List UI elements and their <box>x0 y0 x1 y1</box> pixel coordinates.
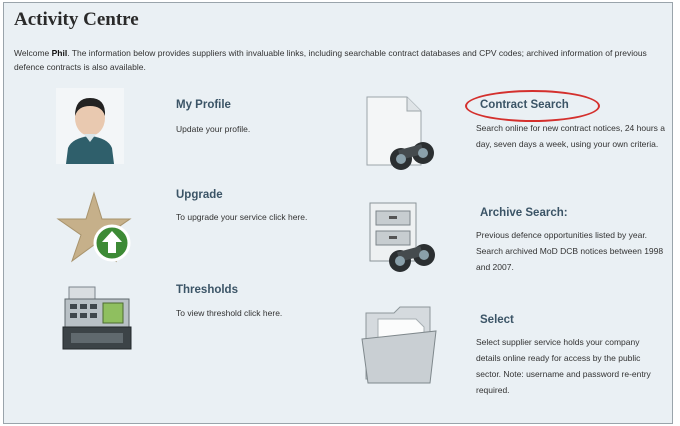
user-name: Phil <box>51 48 68 58</box>
intro-prefix: Welcome <box>14 48 52 58</box>
my-profile-desc: Update your profile. <box>176 124 251 134</box>
contract-search-desc: Search online for new contract notices, … <box>476 123 665 149</box>
contract-search-link[interactable]: Contract Search <box>480 99 569 111</box>
upgrade-desc: To upgrade your service click here. <box>176 212 308 222</box>
intro-body: . The information below provides supplie… <box>14 48 647 72</box>
archive-search-desc: Previous defence opportunities listed by… <box>476 230 664 272</box>
binoculars-document-icon[interactable] <box>361 95 439 177</box>
cash-register-icon[interactable] <box>61 283 133 353</box>
upgrade-link[interactable]: Upgrade <box>176 189 223 201</box>
user-avatar-icon[interactable] <box>56 88 124 164</box>
thresholds-desc: To view threshold click here. <box>176 308 283 318</box>
activity-centre-panel: Activity Centre Welcome Phil. The inform… <box>3 2 673 424</box>
binoculars-archive-icon[interactable] <box>364 197 440 277</box>
thresholds-link[interactable]: Thresholds <box>176 284 238 296</box>
my-profile-link[interactable]: My Profile <box>176 99 231 111</box>
star-upgrade-icon[interactable] <box>54 189 136 267</box>
folder-icon[interactable] <box>358 303 440 387</box>
select-link[interactable]: Select <box>480 314 514 326</box>
page-title: Activity Centre <box>14 9 139 30</box>
archive-search-link[interactable]: Archive Search: <box>480 207 568 219</box>
intro-text: Welcome Phil. The information below prov… <box>14 46 669 74</box>
select-desc: Select supplier service holds your compa… <box>476 337 651 395</box>
